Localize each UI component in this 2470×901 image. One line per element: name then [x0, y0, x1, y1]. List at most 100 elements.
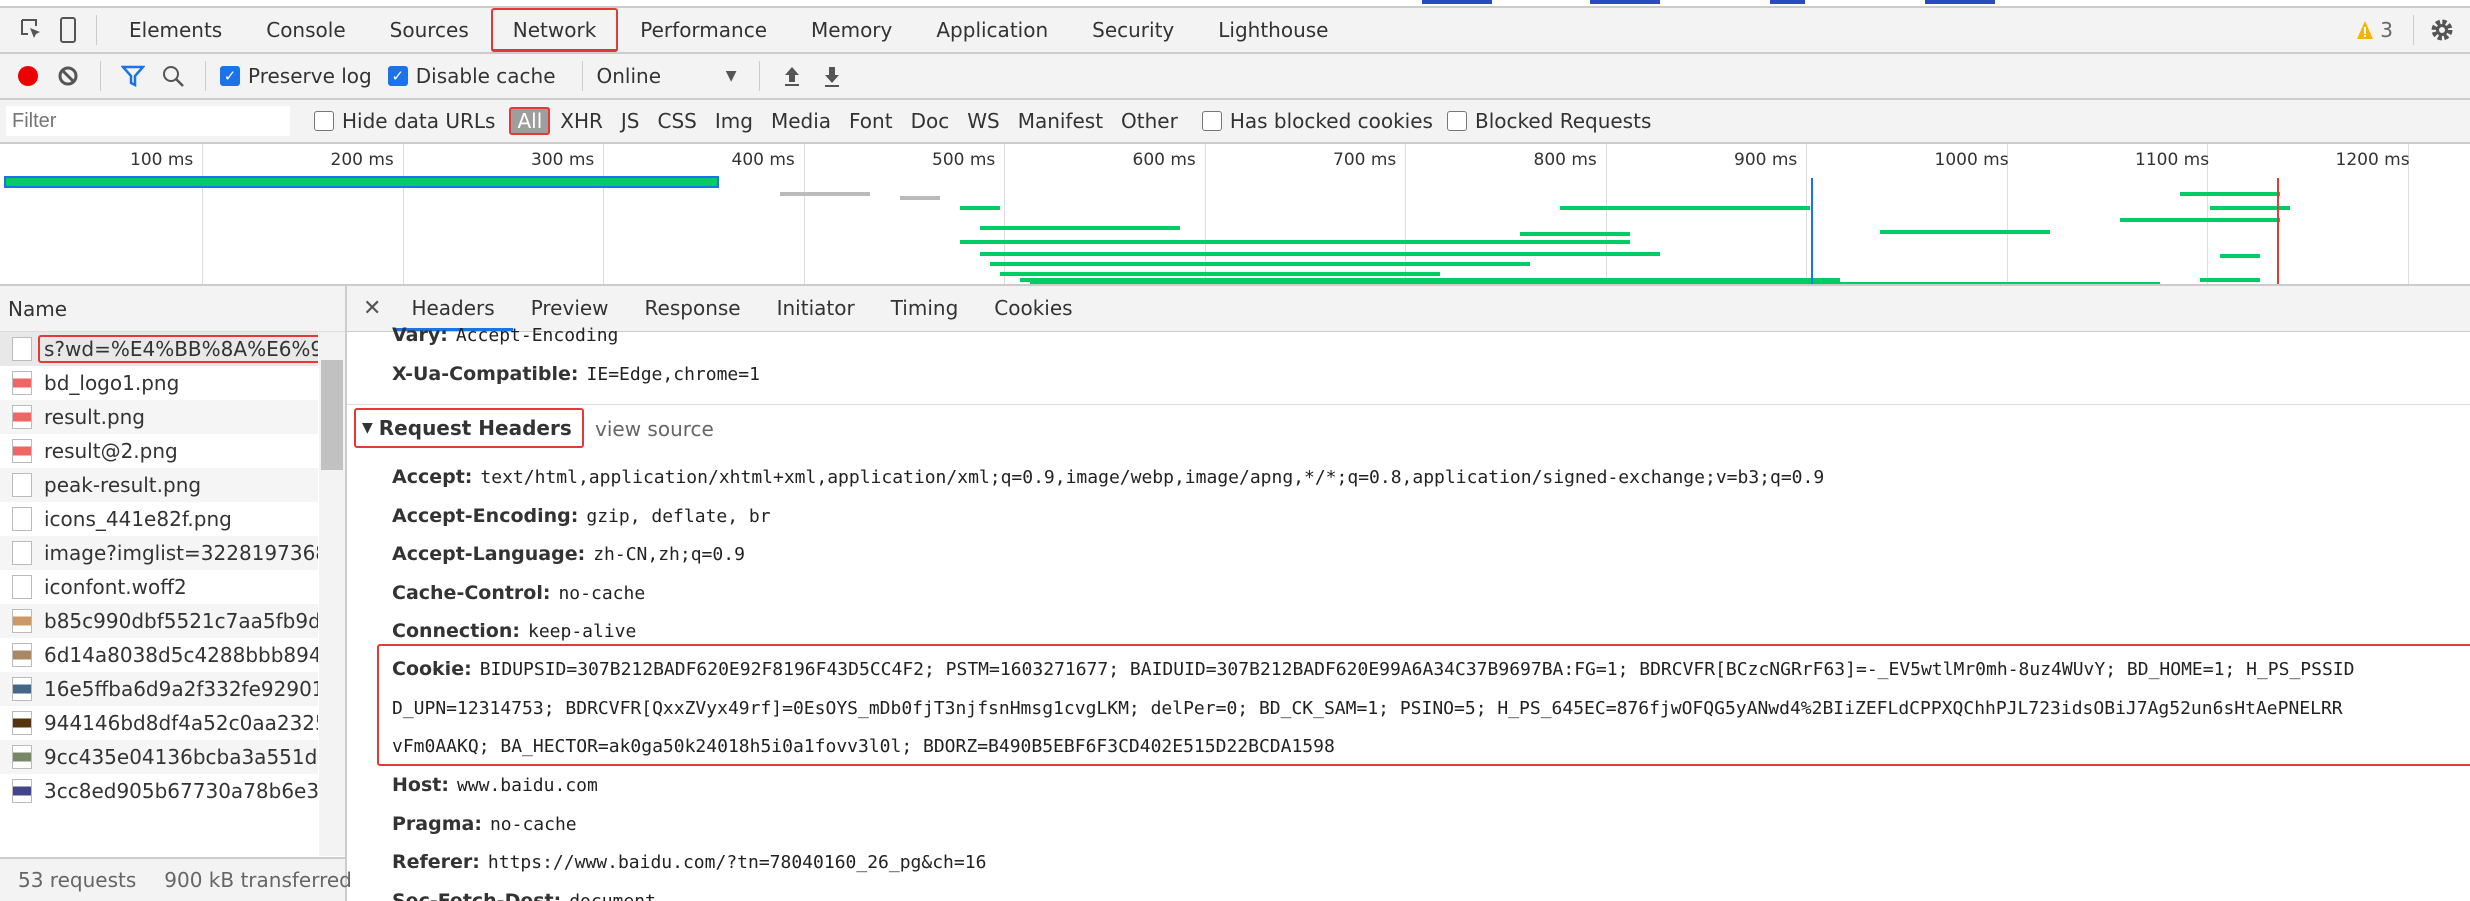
file-type-icon	[12, 711, 32, 735]
blocked-requests-checkbox[interactable]: Blocked Requests	[1446, 109, 1652, 133]
view-source-link[interactable]: view source	[595, 417, 714, 441]
preserve-log-checkbox[interactable]: ✓ Preserve log	[220, 64, 372, 88]
timeline-tick-label: 200 ms	[330, 150, 394, 170]
header-vary: Vary: Accept-Encoding	[392, 324, 618, 346]
file-type-icon	[12, 439, 32, 463]
scrollbar-thumb[interactable]	[321, 360, 343, 470]
inspect-element-icon[interactable]	[14, 12, 50, 48]
settings-gear-icon[interactable]	[2424, 12, 2460, 48]
request-header-line: Pragma: no-cache	[392, 813, 577, 835]
tab-sources[interactable]: Sources	[368, 8, 491, 52]
warnings-count: 3	[2380, 18, 2393, 42]
tab-console[interactable]: Console	[244, 8, 367, 52]
dropdown-arrow-icon: ▼	[725, 68, 737, 84]
network-overview-timeline[interactable]: 100 ms 200 ms 300 ms 400 ms 500 ms 600 ms 700 …	[0, 144, 2470, 286]
filter-type-ws[interactable]: WS	[959, 107, 1007, 135]
request-row[interactable]: result@2.png	[0, 434, 318, 468]
request-row[interactable]: icons_441e82f.png	[0, 502, 318, 536]
close-details-icon[interactable]: ✕	[363, 296, 381, 321]
request-header-line: Accept: text/html,application/xhtml+xml,a…	[392, 466, 1824, 488]
tab-elements[interactable]: Elements	[107, 8, 244, 52]
cookie-value-line: BIDUPSID=307B212BADF620E92F8196F43D5CC4F…	[479, 659, 2355, 680]
name-column-header[interactable]: Name	[0, 286, 345, 332]
request-name: 6d14a8038d5c4288bbb894ed	[44, 643, 318, 667]
import-har-icon[interactable]	[774, 58, 810, 94]
tab-timing[interactable]: Timing	[873, 286, 977, 331]
tab-response[interactable]: Response	[627, 286, 759, 331]
record-button[interactable]	[10, 58, 46, 94]
request-row[interactable]: 944146bd8df4a52c0aa232538	[0, 706, 318, 740]
tab-lighthouse[interactable]: Lighthouse	[1196, 8, 1350, 52]
tab-performance[interactable]: Performance	[618, 8, 789, 52]
timeline-tick-label: 1100 ms	[2135, 150, 2210, 170]
filter-type-font[interactable]: Font	[841, 107, 901, 135]
file-type-icon	[12, 609, 32, 633]
request-row[interactable]: 6d14a8038d5c4288bbb894ed	[0, 638, 318, 672]
tab-memory[interactable]: Memory	[789, 8, 914, 52]
request-row[interactable]: peak-result.png	[0, 468, 318, 502]
throttling-select[interactable]: Online ▼	[597, 64, 737, 88]
warnings-counter[interactable]: 3	[2356, 18, 2393, 42]
request-name: 3cc8ed905b67730a78b6e340.	[44, 779, 318, 803]
cookie-value-line: vFm0AAKQ; BA_HECTOR=ak0ga50k24018h5i0a1f…	[392, 736, 1335, 757]
request-row[interactable]: b85c990dbf5521c7aa5fb9d9a.	[0, 604, 318, 638]
filter-type-doc[interactable]: Doc	[903, 107, 958, 135]
file-type-icon	[12, 507, 32, 531]
export-har-icon[interactable]	[814, 58, 850, 94]
checkbox-box	[1446, 111, 1467, 131]
tab-security[interactable]: Security	[1070, 8, 1196, 52]
checkmark-icon: ✓	[387, 66, 408, 86]
timeline-gridline	[402, 144, 404, 284]
filter-type-img[interactable]: Img	[707, 107, 761, 135]
filter-type-css[interactable]: CSS	[650, 107, 705, 135]
filter-type-manifest[interactable]: Manifest	[1010, 107, 1111, 135]
search-icon[interactable]	[155, 58, 191, 94]
tab-network[interactable]: Network	[490, 8, 619, 52]
file-type-icon	[12, 677, 32, 701]
filter-type-js[interactable]: JS	[613, 107, 648, 135]
clear-icon[interactable]	[50, 58, 86, 94]
request-row[interactable]: iconfont.woff2	[0, 570, 318, 604]
request-row[interactable]: image?imglist=3228197368_3	[0, 536, 318, 570]
hide-data-urls-checkbox[interactable]: Hide data URLs	[314, 109, 495, 133]
request-name: 9cc435e04136bcba3a551dc81	[44, 745, 318, 769]
request-name: icons_441e82f.png	[44, 507, 232, 531]
section-divider	[347, 404, 2470, 405]
request-name: bd_logo1.png	[44, 371, 180, 395]
tab-application[interactable]: Application	[914, 8, 1070, 52]
request-row[interactable]: s?wd=%E4%BB%8A%E6%97%	[0, 332, 318, 366]
request-row[interactable]: result.png	[0, 400, 318, 434]
request-headers-section-toggle[interactable]: ▼ Request Headers	[354, 408, 584, 448]
timeline-request-bar	[1000, 272, 1440, 276]
blocked-requests-label: Blocked Requests	[1474, 109, 1652, 133]
request-row[interactable]: 16e5ffba6d9a2f332fe92901d5	[0, 672, 318, 706]
timeline-tick-label: 1000 ms	[1934, 150, 2009, 170]
filter-type-other[interactable]: Other	[1113, 107, 1186, 135]
timeline-tick-label: 1200 ms	[2335, 150, 2410, 170]
timeline-request-bar	[780, 192, 870, 196]
filter-type-media[interactable]: Media	[763, 107, 839, 135]
network-toolbar: ✓ Preserve log ✓ Disable cache Online ▼	[0, 54, 2470, 100]
filter-type-xhr[interactable]: XHR	[552, 107, 611, 135]
has-blocked-cookies-checkbox[interactable]: Has blocked cookies	[1201, 109, 1433, 133]
file-type-icon	[12, 337, 32, 361]
request-header-line: Connection: keep-alive	[392, 620, 636, 642]
request-row[interactable]: 3cc8ed905b67730a78b6e340.	[0, 774, 318, 808]
preserve-log-label: Preserve log	[248, 64, 372, 88]
timeline-request-bar	[990, 262, 1530, 266]
filter-input[interactable]	[6, 106, 290, 136]
request-row[interactable]: bd_logo1.png	[0, 366, 318, 400]
request-header-line: Referer: https://www.baidu.com/?tn=780401…	[392, 851, 986, 873]
filter-type-all[interactable]: All	[509, 107, 551, 135]
file-type-icon	[12, 405, 32, 429]
checkmark-icon: ✓	[220, 66, 240, 86]
filter-funnel-icon[interactable]	[115, 58, 151, 94]
tab-initiator[interactable]: Initiator	[759, 286, 873, 331]
file-type-icon	[12, 643, 32, 667]
request-list-scrollbar[interactable]	[319, 332, 345, 856]
tab-cookies[interactable]: Cookies	[976, 286, 1090, 331]
request-row[interactable]: 9cc435e04136bcba3a551dc81	[0, 740, 318, 774]
details-tab-bar: ✕ Headers Preview Response Initiator Tim…	[347, 286, 2470, 332]
device-toolbar-icon[interactable]	[50, 12, 86, 48]
disable-cache-checkbox[interactable]: ✓ Disable cache	[387, 64, 556, 88]
